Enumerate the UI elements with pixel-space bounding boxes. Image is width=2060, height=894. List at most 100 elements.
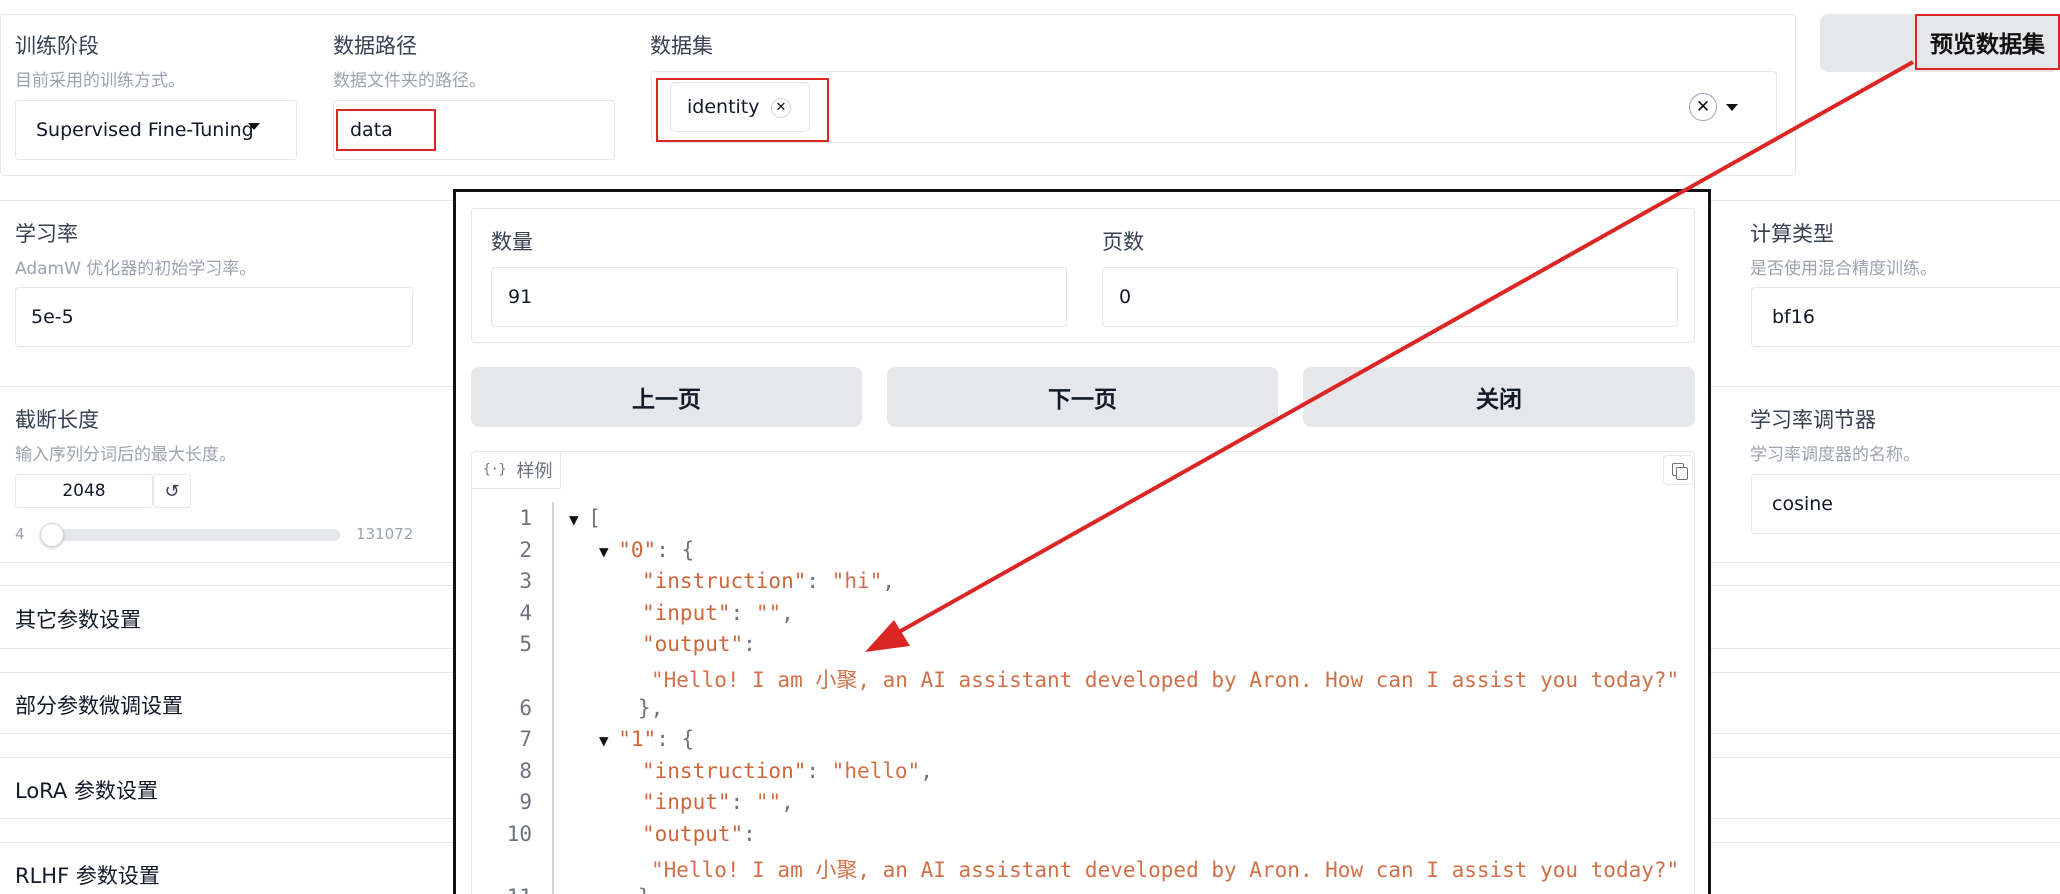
page-label: 页数 (1102, 230, 1144, 254)
cutoff-min: 4 (15, 525, 25, 543)
count-value: 91 (508, 286, 533, 308)
stage-value: Supervised Fine-Tuning (36, 119, 254, 141)
json-token: "hello" (831, 758, 921, 783)
json-code-line: "output": (642, 822, 756, 846)
accordion-rlhf-params[interactable]: RLHF 参数设置 (15, 860, 160, 890)
accordion-lora-params[interactable]: LoRA 参数设置 (15, 775, 158, 805)
json-token: , (920, 758, 933, 783)
cutoff-label: 截断长度 (15, 408, 99, 432)
compute-info: 是否使用混合精度训练。 (1750, 259, 1937, 279)
reset-button[interactable]: ↺ (153, 474, 191, 508)
preview-modal: 数量 91 页数 0 上一页 下一页 关闭 {·} 样例 1 ▼ [2 ▼ "0":… (453, 189, 1711, 894)
json-code-view: 1 ▼ [2 ▼ "0": {3 "instruction": "hi", 4 "inpu… (456, 502, 1706, 894)
json-code-line: }, (638, 696, 663, 720)
json-token: : (743, 632, 756, 657)
json-code-line: "Hello! I am 小聚, an AI assistant develop… (651, 664, 1679, 694)
accordion-other-params[interactable]: 其它参数设置 (15, 604, 141, 634)
json-token: "instruction" (642, 569, 807, 594)
json-token: "output" (642, 822, 744, 846)
line-number: 3 (519, 569, 532, 594)
reset-icon: ↺ (164, 480, 180, 502)
dataset-highlight-box (656, 78, 829, 142)
page-value: 0 (1119, 286, 1132, 308)
next-page-button[interactable]: 下一页 (887, 367, 1278, 427)
compute-label: 计算类型 (1750, 222, 1834, 246)
compute-dropdown[interactable]: bf16 (1751, 287, 2060, 347)
cutoff-number-input[interactable]: 2048 (15, 474, 153, 508)
json-token: "" (755, 600, 782, 625)
json-token: "Hello! I am 小聚, an AI assistant develop… (651, 857, 1680, 882)
json-code-line: "instruction": "hello", (642, 759, 933, 783)
json-token: }, (638, 885, 663, 894)
json-token: "1" (618, 727, 657, 752)
dataset-label: 数据集 (650, 34, 713, 58)
json-token: "" (755, 790, 782, 815)
line-number: 5 (519, 632, 532, 657)
count-label: 数量 (491, 230, 533, 254)
cutoff-info: 输入序列分词后的最大长度。 (15, 445, 236, 465)
prev-page-button[interactable]: 上一页 (471, 367, 862, 427)
cutoff-max: 131072 (356, 525, 414, 543)
json-braces-icon: {·} (483, 462, 507, 477)
json-code-line: "instruction": "hi", (642, 569, 895, 593)
json-token: , (781, 600, 794, 625)
line-number: 2 (519, 537, 532, 562)
lr-label: 学习率 (15, 222, 78, 246)
chevron-down-icon (248, 123, 260, 130)
json-token: : { (656, 727, 695, 752)
json-token: "hi" (831, 569, 883, 594)
json-token: : (743, 822, 756, 846)
copy-button[interactable] (1663, 455, 1693, 485)
json-token: : (806, 758, 832, 783)
cutoff-slider-thumb[interactable] (40, 523, 65, 547)
accordion-partial-finetune[interactable]: 部分参数微调设置 (15, 690, 183, 720)
lr-input[interactable]: 5e-5 (15, 287, 413, 347)
json-token: "output" (642, 632, 744, 657)
path-label: 数据路径 (333, 34, 417, 58)
collapse-toggle-icon[interactable]: ▼ (599, 731, 618, 750)
json-token: "0" (618, 537, 657, 562)
scheduler-dropdown[interactable]: cosine (1751, 474, 2060, 534)
copy-icon-back (1676, 467, 1688, 480)
json-token: : (730, 790, 756, 815)
json-code-line: }, (638, 885, 663, 894)
line-number: 10 (506, 822, 532, 846)
json-code-line: "input": "", (642, 790, 794, 814)
line-number: 8 (519, 758, 532, 783)
path-highlight-box (336, 109, 436, 151)
json-token: , (781, 790, 794, 815)
json-code-line: "Hello! I am 小聚, an AI assistant develop… (651, 854, 1679, 884)
dataset-chevron-down-icon[interactable] (1726, 104, 1738, 111)
compute-value: bf16 (1772, 306, 1815, 328)
stage-dropdown[interactable]: Supervised Fine-Tuning (15, 100, 297, 160)
json-code-line: "output": (642, 632, 756, 656)
json-tab-label: 样例 (516, 460, 553, 482)
json-token: "instruction" (642, 758, 807, 783)
line-number: 9 (519, 790, 532, 815)
json-token: , (882, 569, 895, 594)
clear-all-icon[interactable]: ✕ (1689, 93, 1717, 121)
json-token: "input" (642, 790, 731, 815)
json-token: : (730, 600, 756, 625)
line-number: 7 (519, 727, 532, 752)
json-tab: {·} 样例 (471, 451, 561, 489)
json-token: : (806, 569, 832, 594)
lr-value: 5e-5 (31, 306, 74, 328)
json-code-line: "input": "", (642, 601, 794, 625)
line-number: 4 (519, 600, 532, 625)
page-input[interactable]: 0 (1102, 267, 1678, 327)
json-code-line: ▼ "1": { (599, 727, 694, 751)
stage-info: 目前采用的训练方式。 (15, 71, 185, 91)
close-button[interactable]: 关闭 (1303, 367, 1695, 427)
json-token: : { (656, 537, 695, 562)
line-number: 6 (519, 695, 532, 720)
collapse-toggle-icon[interactable]: ▼ (569, 510, 588, 529)
scheduler-label: 学习率调节器 (1750, 408, 1876, 432)
stage-label: 训练阶段 (15, 34, 99, 58)
scheduler-value: cosine (1772, 493, 1833, 515)
json-token: "input" (642, 600, 731, 625)
collapse-toggle-icon[interactable]: ▼ (599, 542, 618, 561)
cutoff-slider-track[interactable] (40, 523, 340, 547)
count-input[interactable]: 91 (491, 267, 1067, 327)
scheduler-info: 学习率调度器的名称。 (1750, 445, 1920, 465)
